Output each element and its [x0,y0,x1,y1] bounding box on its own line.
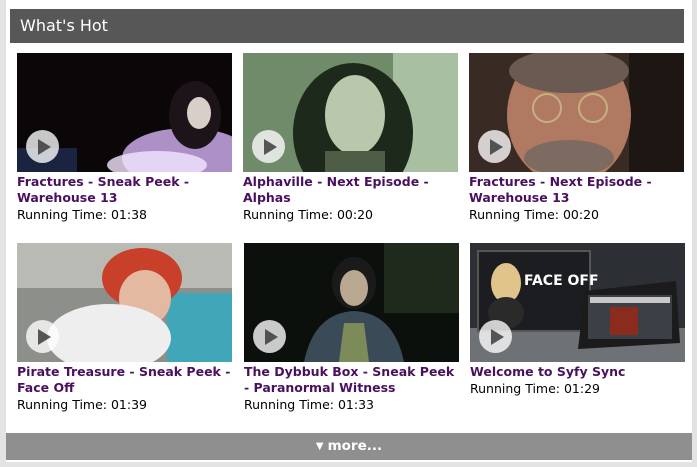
video-card: Fractures - Next Episode - Warehouse 13 … [469,53,685,223]
play-icon[interactable] [253,320,286,353]
running-time: Running Time: 01:33 [244,397,374,412]
video-title-link[interactable]: The Dybbuk Box - Sneak Peek - Paranormal… [244,364,460,396]
play-icon[interactable] [26,130,59,163]
video-thumbnail[interactable] [243,53,458,172]
video-thumbnail[interactable] [17,53,232,172]
video-title-link[interactable]: Fractures - Next Episode - Warehouse 13 [469,174,685,206]
video-card: FACE OFF Welcome to Syfy Sync Running Ti… [470,243,686,397]
video-card: Alphaville - Next Episode - Alphas Runni… [243,53,459,223]
running-time: Running Time: 01:39 [17,397,147,412]
video-title-link[interactable]: Alphaville - Next Episode - Alphas [243,174,459,206]
video-card: Pirate Treasure - Sneak Peek - Face Off … [17,243,233,413]
triangle-down-icon: ▼ [315,441,324,452]
video-title-link[interactable]: Fractures - Sneak Peek - Warehouse 13 [17,174,233,206]
running-time: Running Time: 01:29 [470,381,600,396]
section-title: What's Hot [20,16,108,35]
play-icon[interactable] [26,320,59,353]
video-thumbnail[interactable]: FACE OFF [470,243,685,362]
more-label: more... [327,438,383,454]
running-time: Running Time: 00:20 [243,207,373,222]
video-title-link[interactable]: Pirate Treasure - Sneak Peek - Face Off [17,364,233,396]
running-time: Running Time: 00:20 [469,207,599,222]
video-thumbnail[interactable] [244,243,459,362]
play-icon[interactable] [478,130,511,163]
more-button[interactable]: ▼ more... [6,433,692,460]
faceoff-logo-text: FACE OFF [524,273,599,289]
play-icon[interactable] [479,320,512,353]
running-time: Running Time: 01:38 [17,207,147,222]
play-icon[interactable] [252,130,285,163]
video-card: Fractures - Sneak Peek - Warehouse 13 Ru… [17,53,233,223]
video-title-link[interactable]: Welcome to Syfy Sync [470,364,686,380]
video-thumbnail[interactable] [17,243,232,362]
video-thumbnail[interactable] [469,53,684,172]
video-card: The Dybbuk Box - Sneak Peek - Paranormal… [244,243,460,413]
section-header: What's Hot [10,9,684,43]
